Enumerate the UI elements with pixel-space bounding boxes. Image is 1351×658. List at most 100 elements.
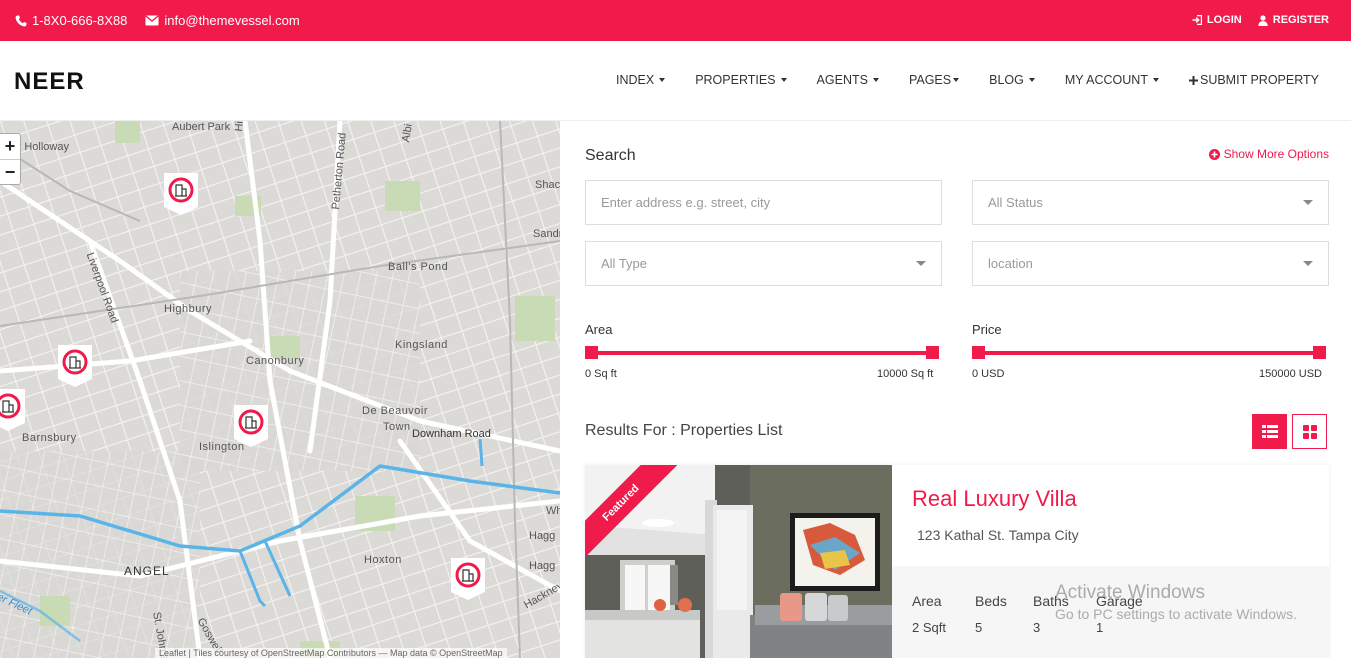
nav-label: BLOG xyxy=(989,73,1024,87)
fact-value: 2 Sqft xyxy=(912,620,946,635)
map-label: Aubert Park xyxy=(172,121,231,133)
search-panel: Search Show More Options All Status All … xyxy=(560,121,1351,658)
plus-circle-icon xyxy=(1208,148,1220,160)
nav-item-index[interactable]: INDEX xyxy=(615,73,666,87)
map-label: Hoxton xyxy=(364,554,402,566)
map-label: Highbury xyxy=(164,303,213,315)
status-select[interactable]: All Status xyxy=(972,180,1329,225)
main-nav: INDEX PROPERTIES AGENTS PAGES BLOG MY AC… xyxy=(616,73,1319,87)
type-value: All Type xyxy=(601,256,648,271)
property-marker[interactable] xyxy=(164,173,198,215)
map-attribution[interactable]: Leaflet | Tiles courtesy of OpenStreetMa… xyxy=(155,648,507,658)
area-max-value: 10000 Sq ft xyxy=(877,368,934,380)
building-pin-icon xyxy=(164,173,198,215)
envelope-icon xyxy=(145,15,160,26)
show-more-options-link[interactable]: Show More Options xyxy=(1208,147,1329,161)
fact-value: 5 xyxy=(975,620,983,635)
nav-item-my-account[interactable]: MY ACCOUNT xyxy=(1065,73,1159,87)
building-pin-icon xyxy=(451,558,485,600)
register-label: REGISTER xyxy=(1272,14,1329,26)
address-input[interactable] xyxy=(601,195,926,210)
nav-label: PAGES xyxy=(908,73,952,87)
zoom-in-button[interactable]: + xyxy=(0,134,20,159)
property-marker[interactable] xyxy=(234,405,268,447)
nav-item-properties[interactable]: PROPERTIES xyxy=(695,73,787,87)
grid-view-button[interactable] xyxy=(1292,414,1327,449)
area-label: Area xyxy=(585,322,613,337)
caret-down-icon xyxy=(1028,78,1035,82)
caret-down-icon xyxy=(1152,78,1159,82)
price-max-value: 150000 USD xyxy=(1259,368,1322,380)
address-field[interactable] xyxy=(585,180,942,225)
map-label: Downham Road xyxy=(412,428,491,440)
map-label: Shac xyxy=(535,179,560,191)
caret-down-icon xyxy=(953,78,960,82)
price-slider-track[interactable] xyxy=(977,351,1322,355)
fact-area: Area 2 Sqft xyxy=(912,593,946,635)
property-map[interactable]: Aubert Park ver Holloway Highbu Petherto… xyxy=(0,121,560,658)
map-label: Canonbury xyxy=(246,355,305,367)
zoom-out-button[interactable]: − xyxy=(0,159,20,184)
nav-item-pages[interactable]: PAGES xyxy=(908,73,960,87)
main-navbar: NEER INDEX PROPERTIES AGENTS PAGES BLOG … xyxy=(0,41,1351,121)
caret-down-icon xyxy=(1303,261,1313,266)
email-contact[interactable]: info@themevessel.com xyxy=(145,13,300,28)
search-heading: Search xyxy=(585,147,636,164)
nav-item-agents[interactable]: AGENTS xyxy=(817,73,879,87)
nav-label: SUBMIT PROPERTY xyxy=(1199,73,1319,87)
caret-down-icon xyxy=(872,78,879,82)
caret-down-icon xyxy=(780,78,787,82)
map-label: De Beauvoir xyxy=(362,405,429,417)
price-label: Price xyxy=(972,322,1002,337)
register-link[interactable]: REGISTER xyxy=(1258,14,1329,26)
phone-icon xyxy=(15,14,27,26)
login-link[interactable]: LOGIN xyxy=(1192,14,1242,26)
building-pin-icon xyxy=(58,345,92,387)
show-more-options-label: Show More Options xyxy=(1223,147,1329,161)
property-photo[interactable]: Featured xyxy=(585,465,892,658)
property-marker[interactable] xyxy=(0,389,25,431)
nav-label: MY ACCOUNT xyxy=(1064,73,1148,87)
site-logo[interactable]: NEER xyxy=(14,68,85,96)
grid-view-icon xyxy=(1302,424,1317,439)
price-max-handle[interactable] xyxy=(1313,346,1326,359)
property-title[interactable]: Real Luxury Villa xyxy=(912,486,1077,512)
caret-down-icon xyxy=(916,261,926,266)
caret-down-icon xyxy=(1303,200,1313,205)
phone-contact[interactable]: 1-8X0-666-8X88 xyxy=(15,13,127,28)
fact-label: Beds xyxy=(975,593,1007,609)
user-icon xyxy=(1258,14,1268,26)
watermark-line-1: Activate Windows xyxy=(1055,582,1205,603)
building-pin-icon xyxy=(0,389,25,431)
type-select[interactable]: All Type xyxy=(585,241,942,286)
plus-icon xyxy=(1188,75,1198,85)
location-value: location xyxy=(988,256,1033,271)
fact-beds: Beds 5 xyxy=(975,593,1007,635)
map-label: Kingsland xyxy=(395,339,448,351)
status-value: All Status xyxy=(988,195,1043,210)
location-select[interactable]: location xyxy=(972,241,1329,286)
price-min-handle[interactable] xyxy=(972,346,985,359)
property-card[interactable]: Featured Real Luxury Villa 123 Kathal St… xyxy=(585,465,1329,658)
fact-label: Area xyxy=(912,593,942,609)
property-marker[interactable] xyxy=(451,558,485,600)
area-min-handle[interactable] xyxy=(585,346,598,359)
fact-value: 1 xyxy=(1096,620,1104,635)
property-marker[interactable] xyxy=(58,345,92,387)
map-label: Ball's Pond xyxy=(388,261,449,273)
results-heading: Results For : Properties List xyxy=(585,422,783,439)
nav-label: PROPERTIES xyxy=(695,73,776,87)
list-view-button[interactable] xyxy=(1252,414,1287,449)
building-pin-icon xyxy=(234,405,268,447)
area-min-value: 0 Sq ft xyxy=(585,368,617,380)
map-label: Hagg xyxy=(529,560,556,572)
map-label: Hagg xyxy=(529,530,556,542)
area-max-handle[interactable] xyxy=(926,346,939,359)
nav-label: INDEX xyxy=(615,73,655,87)
nav-item-submit-property[interactable]: SUBMIT PROPERTY xyxy=(1188,73,1319,87)
phone-number: 1-8X0-666-8X88 xyxy=(32,13,128,28)
nav-item-blog[interactable]: BLOG xyxy=(989,73,1035,87)
fact-value: 3 xyxy=(1033,620,1041,635)
area-slider-track[interactable] xyxy=(590,351,935,355)
map-label: Sandr xyxy=(533,228,560,240)
